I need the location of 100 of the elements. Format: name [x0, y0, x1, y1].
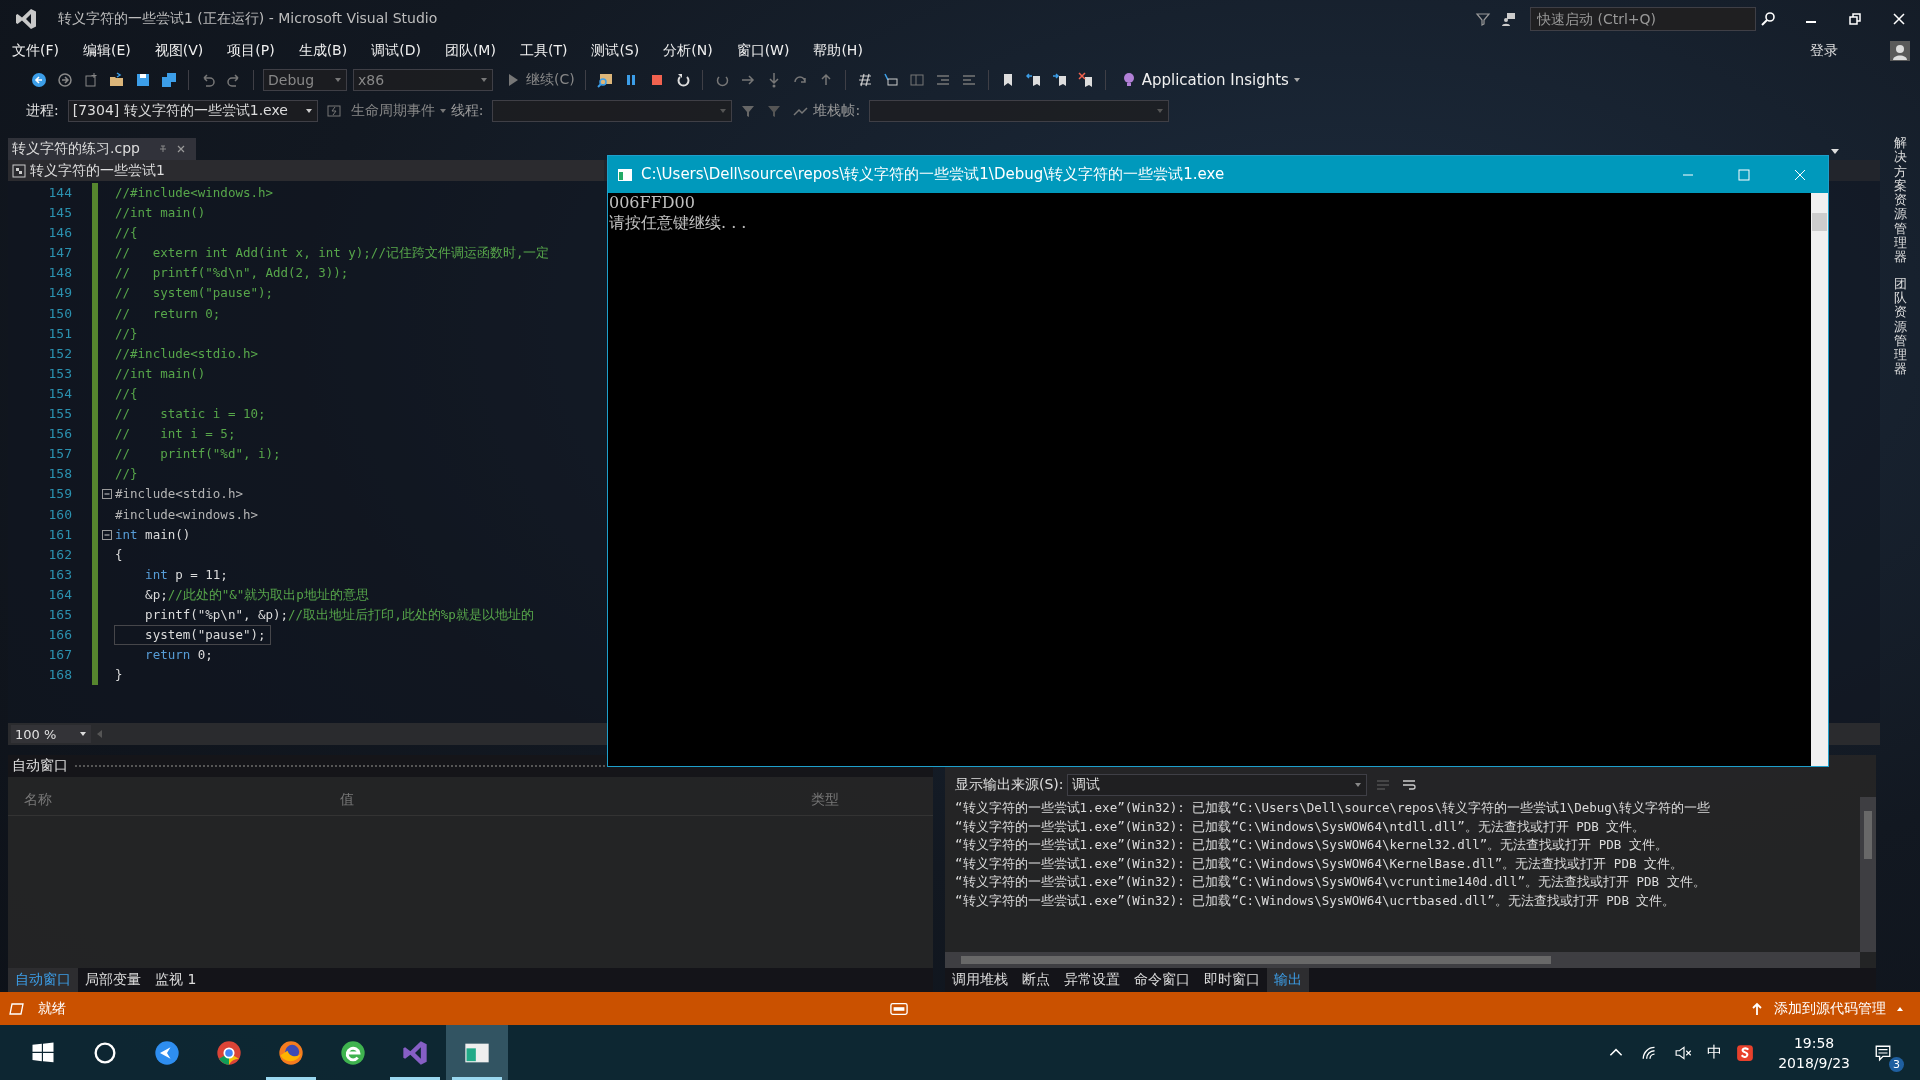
mute-icon[interactable] — [1675, 1043, 1694, 1062]
code-line: //{ — [114, 224, 139, 243]
save-icon[interactable] — [135, 71, 151, 88]
notification-icon[interactable] — [1874, 1043, 1892, 1062]
caret-icon — [719, 106, 728, 115]
column-header[interactable]: 类型 — [795, 791, 931, 809]
menu-item[interactable]: 团队(M) — [444, 42, 496, 60]
menu-item[interactable]: 生成(B) — [298, 42, 348, 60]
forward-icon[interactable] — [57, 71, 73, 88]
code-line: //int main() — [114, 204, 207, 223]
ready-icon — [8, 1000, 26, 1017]
caret-icon — [1353, 781, 1362, 789]
menu-item[interactable]: 窗口(W) — [736, 42, 790, 60]
project-icon — [12, 163, 26, 178]
word-wrap-icon[interactable] — [1400, 777, 1417, 793]
thread-label: 线程: — [450, 101, 484, 120]
continue-button[interactable]: 继续(C) — [496, 67, 579, 92]
browser-icon[interactable] — [277, 1038, 305, 1067]
panel-tab[interactable]: 命令窗口 — [1127, 968, 1197, 992]
scrollbar-thumb[interactable] — [1864, 811, 1872, 859]
pin-icon[interactable] — [157, 144, 168, 154]
line-number: 146 — [47, 224, 73, 243]
feedback-icon[interactable] — [1501, 11, 1517, 27]
browser-icon[interactable] — [215, 1038, 243, 1067]
previous-bookmark-icon[interactable] — [1025, 71, 1042, 88]
search-icon[interactable] — [1760, 11, 1776, 27]
window-title: 转义字符的一些尝试1 (正在运行) - Microsoft Visual Studio — [58, 10, 438, 28]
process-dropdown[interactable]: [7304] 转义字符的一些尝试1.exe — [67, 99, 318, 122]
zoom-dropdown[interactable]: 100 % — [11, 725, 91, 743]
panel-tab[interactable]: 自动窗口 — [8, 968, 78, 992]
line-number: 149 — [47, 284, 73, 303]
undo-icon[interactable] — [200, 71, 216, 88]
panel-tab[interactable]: 局部变量 — [78, 968, 148, 992]
caret-icon — [1156, 106, 1165, 115]
menu-item[interactable]: 分析(N) — [663, 42, 713, 60]
menu-item[interactable]: 项目(P) — [227, 42, 275, 60]
close-icon[interactable] — [1891, 11, 1907, 27]
keyboard-icon[interactable] — [890, 1000, 908, 1017]
caret-icon — [438, 106, 447, 115]
find-window-icon[interactable] — [596, 71, 613, 88]
line-number: 150 — [47, 304, 73, 323]
input-app-icon[interactable] — [1736, 1043, 1755, 1062]
menu-item[interactable]: 工具(T) — [519, 42, 568, 60]
line-number: 155 — [47, 405, 73, 424]
show-next-statement-icon[interactable] — [882, 71, 899, 88]
restore-icon[interactable] — [1847, 11, 1863, 27]
account-icon[interactable] — [1890, 41, 1910, 61]
column-header[interactable]: 值 — [324, 791, 795, 809]
scrollbar-thumb[interactable] — [961, 956, 1551, 964]
chat-app-icon[interactable] — [153, 1038, 181, 1067]
panel-tab[interactable]: 输出 — [1267, 968, 1309, 992]
source-control-button[interactable]: 添加到源代码管理 — [1742, 998, 1910, 1019]
sign-in-link[interactable]: 登录 — [1810, 42, 1838, 60]
filter-icon[interactable] — [1475, 11, 1491, 27]
panel-tab[interactable]: 调用堆栈 — [945, 968, 1015, 992]
side-tab[interactable]: 团队资源管理器 — [1893, 276, 1907, 377]
clock[interactable]: 19:58 2018/9/23 — [1778, 1032, 1850, 1073]
collapse-icon[interactable] — [102, 489, 112, 500]
lifecycle-events-button[interactable]: 生命周期事件 — [346, 98, 451, 123]
open-folder-icon[interactable] — [109, 71, 125, 88]
quick-launch-field[interactable]: 快速启动 (Ctrl+Q) — [1530, 7, 1756, 31]
input-method-indicator[interactable]: 中 — [1707, 1043, 1723, 1062]
code-line: int main() — [114, 525, 192, 544]
code-line: #include<stdio.h> — [114, 485, 244, 504]
browser-icon[interactable] — [339, 1038, 367, 1067]
project-nav-bar[interactable]: 转义字符的一些尝试1 — [8, 160, 604, 181]
redo-icon[interactable] — [226, 71, 242, 88]
columns-icon[interactable] — [908, 71, 925, 88]
panel-tab[interactable]: 异常设置 — [1057, 968, 1127, 992]
panel-title: 自动窗口 — [12, 757, 68, 775]
code-line: // printf("%d", i); — [114, 445, 282, 464]
panel-tab[interactable]: 断点 — [1015, 968, 1057, 992]
document-tab[interactable]: 转义字符的练习.cpp — [8, 138, 196, 160]
new-project-icon[interactable] — [83, 71, 99, 88]
dropdown-icon[interactable] — [1830, 146, 1840, 156]
configuration-dropdown[interactable]: Debug — [263, 68, 347, 91]
next-bookmark-icon[interactable] — [1051, 71, 1068, 88]
menu-item[interactable]: 测试(S) — [591, 42, 640, 60]
hex-icon[interactable] — [856, 71, 873, 88]
menu-item[interactable]: 文件(F) — [12, 42, 59, 60]
panel-tab[interactable]: 监视 1 — [148, 968, 204, 992]
save-all-icon[interactable] — [161, 71, 177, 88]
platform-dropdown[interactable]: x86 — [353, 68, 493, 91]
side-tab[interactable]: 解决方案资源管理器 — [1893, 136, 1907, 265]
menu-item[interactable]: 调试(D) — [371, 42, 421, 60]
menu-item[interactable]: 编辑(E) — [83, 42, 131, 60]
clear-bookmarks-icon[interactable] — [1077, 71, 1094, 88]
lifecycle-icon[interactable] — [325, 102, 342, 119]
scrollbar-thumb[interactable] — [1812, 213, 1827, 231]
panel-tab[interactable]: 即时窗口 — [1197, 968, 1267, 992]
output-source-dropdown[interactable]: 调试 — [1066, 774, 1367, 796]
code-line: int p = 11; — [144, 565, 229, 584]
line-number: 168 — [47, 666, 73, 685]
restart-icon[interactable] — [674, 71, 691, 88]
column-header[interactable]: 名称 — [8, 791, 324, 809]
collapse-icon[interactable] — [102, 529, 112, 540]
menu-item[interactable]: 帮助(H) — [813, 42, 863, 60]
application-insights-button[interactable]: Application Insights — [1111, 67, 1305, 92]
back-icon[interactable] — [31, 71, 47, 88]
menu-item[interactable]: 视图(V) — [154, 42, 204, 60]
